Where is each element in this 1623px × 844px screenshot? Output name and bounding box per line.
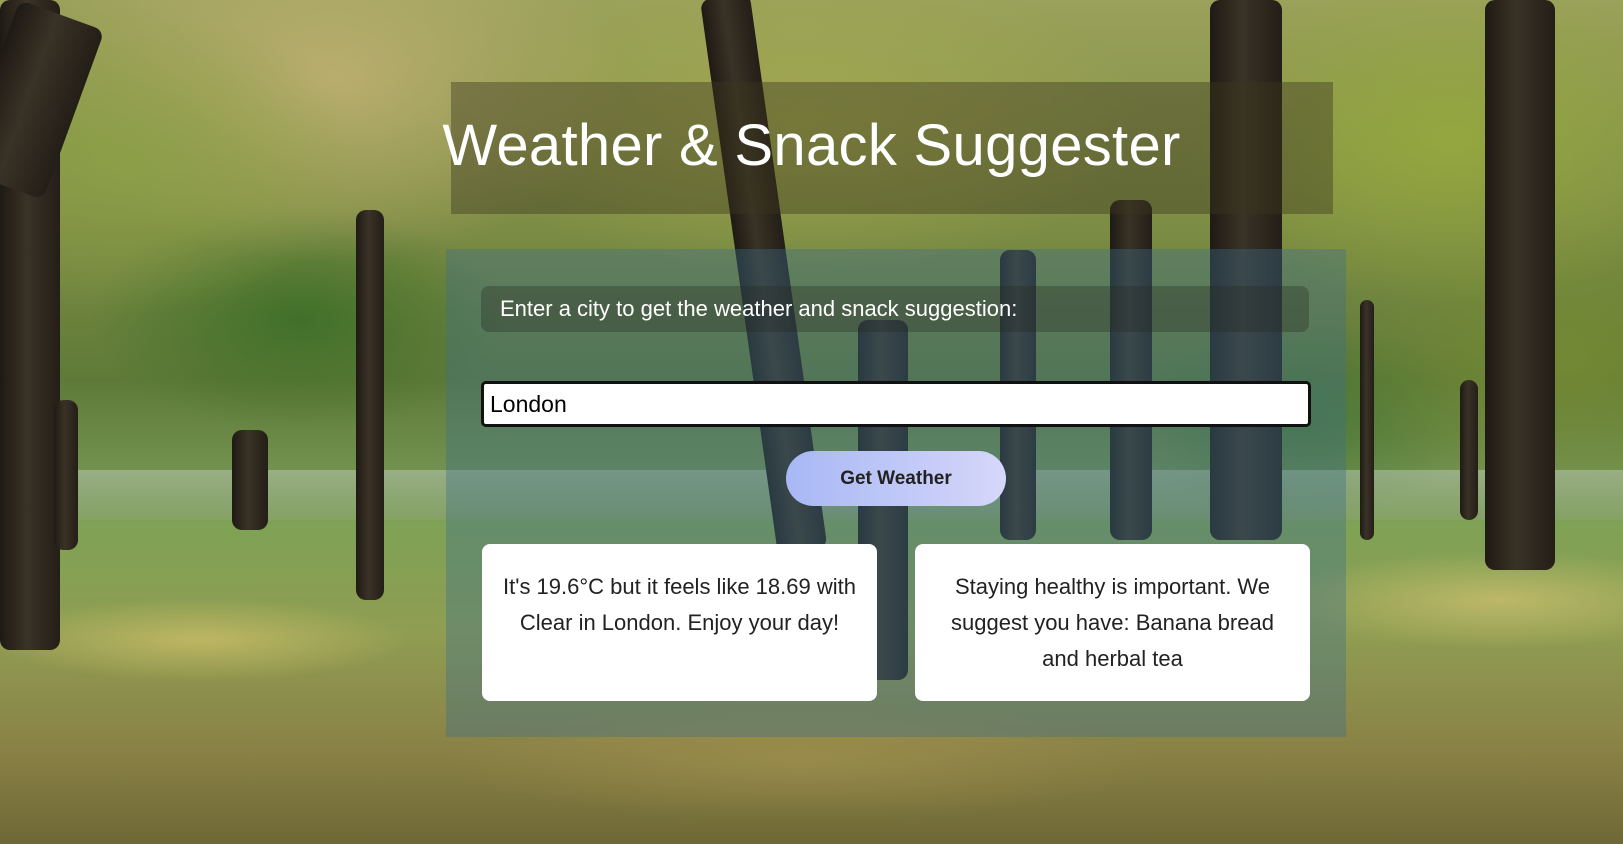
- tree-trunk: [356, 210, 384, 600]
- weather-result-card: It's 19.6°C but it feels like 18.69 with…: [482, 544, 877, 701]
- tree-trunk: [1460, 380, 1478, 520]
- page-title: Weather & Snack Suggester: [442, 113, 1181, 178]
- tree-trunk: [54, 400, 78, 550]
- tree-trunk: [232, 430, 268, 530]
- tree-trunk: [1485, 0, 1555, 570]
- tree-trunk: [1360, 300, 1374, 540]
- city-input[interactable]: [481, 381, 1311, 427]
- prompt-label: Enter a city to get the weather and snac…: [500, 296, 1018, 321]
- snack-suggestion-card: Staying healthy is important. We suggest…: [915, 544, 1310, 701]
- get-weather-button[interactable]: Get Weather: [786, 451, 1006, 506]
